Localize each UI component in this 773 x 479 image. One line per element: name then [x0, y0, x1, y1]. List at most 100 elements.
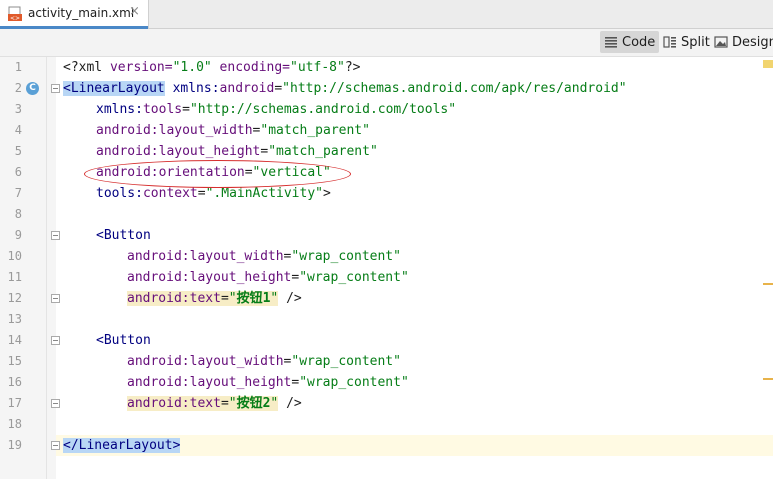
view-mode-toolbar: Code Split Design: [0, 29, 773, 57]
token: <LinearLayout: [63, 81, 165, 96]
line-number: 19: [7, 438, 22, 452]
token: layout_height: [189, 270, 292, 285]
code-line-10: android:layout_width="wrap_content": [127, 246, 401, 267]
token: "wrap_content": [291, 249, 401, 264]
token: tools:: [96, 186, 143, 201]
line-number: 15: [7, 354, 22, 368]
svg-text:<>: <>: [10, 15, 20, 22]
code-line-9: <Button: [96, 225, 151, 246]
code-line-14: <Button: [96, 330, 151, 351]
token: <Button: [96, 333, 151, 348]
code-line-1: <?xml version="1.0" encoding="utf-8"?>: [63, 57, 360, 78]
line-number: 2: [14, 81, 22, 95]
fold-minus-icon[interactable]: [51, 84, 60, 93]
token: layout_height: [158, 144, 261, 159]
fold-end-icon[interactable]: [51, 399, 60, 408]
token: android:: [96, 144, 159, 159]
token: "wrap_content": [299, 375, 409, 390]
line-number: 10: [7, 249, 22, 263]
token: 按钮2: [236, 396, 271, 411]
token: "1.0": [172, 60, 212, 75]
design-view-button[interactable]: Design: [710, 31, 773, 53]
line-number: 11: [7, 270, 22, 284]
token: android:: [127, 249, 190, 264]
token: "http://schemas.android.com/apk/res/andr…: [282, 81, 627, 96]
code-line-15: android:layout_width="wrap_content": [127, 351, 401, 372]
token: layout_height: [189, 375, 292, 390]
token: <?xml: [63, 60, 110, 75]
token: android:: [127, 396, 190, 411]
fold-minus-icon[interactable]: [51, 231, 60, 240]
token: android:: [127, 270, 190, 285]
code-editor[interactable]: 1 2 3 4 5 6 7 8 9 10 11 12 13 14 15 16 1…: [0, 57, 773, 479]
line-number: 4: [14, 123, 22, 137]
token: 按钮1: [236, 291, 271, 306]
scrollbar-marker[interactable]: [763, 60, 773, 68]
scrollbar-marker[interactable]: [763, 283, 773, 285]
token: ".MainActivity": [205, 186, 323, 201]
token: version=: [109, 60, 173, 75]
class-reference-icon[interactable]: C: [26, 82, 39, 95]
image-icon: [714, 36, 728, 48]
token: xmlns:: [96, 102, 143, 117]
token: text: [189, 291, 221, 306]
line-number: 8: [14, 207, 22, 221]
token: context: [142, 186, 198, 201]
token: android:: [127, 291, 190, 306]
token: xmlns:: [164, 81, 220, 96]
token: />: [278, 291, 302, 306]
token: "wrap_content": [299, 270, 409, 285]
code-view-label: Code: [622, 34, 656, 50]
token: layout_width: [189, 354, 284, 369]
token: <Button: [96, 228, 151, 243]
fold-end-icon[interactable]: [51, 294, 60, 303]
code-line-19: </LinearLayout>: [63, 435, 181, 456]
token: android:: [127, 375, 190, 390]
design-view-label: Design: [732, 34, 773, 50]
line-number: 13: [7, 312, 22, 326]
token: layout_width: [158, 123, 253, 138]
fold-minus-icon[interactable]: [51, 336, 60, 345]
token: "utf-8": [290, 60, 345, 75]
token: =: [220, 291, 229, 306]
tab-activity-main[interactable]: <> activity_main.xml ×: [0, 0, 149, 29]
token: layout_width: [189, 249, 284, 264]
line-number: 12: [7, 291, 22, 305]
token: android:: [127, 354, 190, 369]
token: "match_parent": [268, 144, 378, 159]
scrollbar-marker[interactable]: [763, 378, 773, 380]
code-line-12: android:text="按钮1" />: [127, 288, 302, 309]
line-number: 9: [14, 228, 22, 242]
editor-tab-bar: <> activity_main.xml ×: [0, 0, 773, 29]
code-line-2: <LinearLayout xmlns:android="http://sche…: [63, 78, 627, 99]
token: =: [220, 396, 229, 411]
code-view-button[interactable]: Code: [600, 31, 660, 53]
code-line-3: xmlns:tools="http://schemas.android.com/…: [96, 99, 456, 120]
token: ": [228, 396, 237, 411]
fold-end-icon[interactable]: [51, 441, 60, 450]
code-line-17: android:text="按钮2" />: [127, 393, 302, 414]
token: android:: [96, 123, 159, 138]
close-icon[interactable]: ×: [129, 4, 140, 19]
line-number: 3: [14, 102, 22, 116]
line-number: 17: [7, 396, 22, 410]
token: =: [274, 81, 283, 96]
line-number: 7: [14, 186, 22, 200]
token: text: [189, 396, 221, 411]
token: "wrap_content": [291, 354, 401, 369]
code-line-4: android:layout_width="match_parent": [96, 120, 370, 141]
token: >: [323, 186, 331, 201]
lines-icon: [605, 37, 617, 48]
token: "http://schemas.android.com/tools": [189, 102, 457, 117]
line-number: 6: [14, 165, 22, 179]
xml-file-icon: <>: [8, 6, 22, 22]
token: </LinearLayout>: [63, 438, 181, 453]
split-icon: [663, 36, 676, 48]
token: tools: [142, 102, 183, 117]
orientation-annotation-ellipse: [84, 160, 351, 188]
split-view-button[interactable]: Split: [659, 31, 714, 53]
gutter-separator: [46, 57, 47, 479]
token: encoding=: [211, 60, 291, 75]
line-number: 18: [7, 417, 22, 431]
token: ": [228, 291, 237, 306]
